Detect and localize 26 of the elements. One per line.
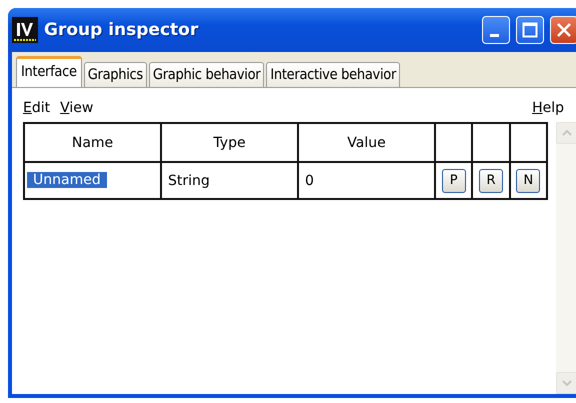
minimize-button[interactable] (482, 16, 510, 44)
row-button[interactable]: P (442, 168, 466, 192)
tab[interactable]: Interactive behavior (266, 62, 400, 87)
column-header: Type (161, 123, 298, 162)
chevron-down-icon (562, 380, 572, 386)
close-button[interactable] (550, 16, 576, 44)
app-logo-icon (12, 17, 38, 43)
table-cell[interactable]: Unnamed (27, 172, 107, 188)
column-header: Value (298, 123, 435, 162)
menu-item[interactable]: Help (532, 100, 564, 116)
menu-item[interactable]: View (60, 100, 94, 116)
row-button[interactable]: N (516, 168, 540, 192)
table-cell-text: String (167, 172, 211, 188)
close-icon (556, 22, 572, 38)
column-header: Name (24, 123, 161, 162)
tab[interactable]: Graphic behavior (148, 62, 264, 87)
window-title: Group inspector (44, 20, 200, 40)
chevron-up-icon (562, 130, 572, 136)
table-cell-text: 0 (304, 172, 315, 188)
maximize-button[interactable] (516, 16, 544, 44)
tab[interactable]: Interface (16, 56, 82, 87)
menu-item[interactable]: Edit (23, 100, 50, 116)
minimize-icon (490, 34, 498, 36)
maximize-icon (522, 22, 538, 38)
tab[interactable]: Graphics (84, 62, 147, 87)
row-button[interactable]: R (478, 168, 503, 192)
